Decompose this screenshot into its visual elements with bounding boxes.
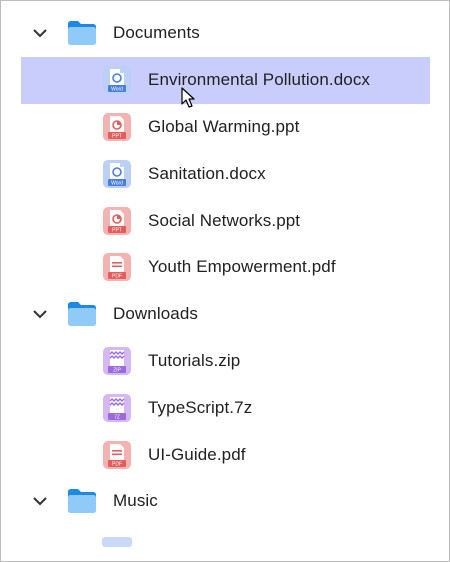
file-label: UI-Guide.pdf [148,444,246,464]
zip-file-icon: ZIP [103,346,131,375]
file-label: TypeScript.7z [148,397,253,417]
file-tree-panel: Documents Word Environmental Pollution.d… [0,0,450,562]
svg-text:ZIP: ZIP [113,367,121,373]
folder-label: Music [113,491,158,511]
tree-folder-documents[interactable]: Documents [1,10,449,57]
svg-text:PPT: PPT [112,133,122,139]
svg-text:7Z: 7Z [114,414,120,420]
tree-file-typescript[interactable]: 7Z TypeScript.7z [1,384,449,431]
zip-file-icon: 7Z [103,393,131,422]
tree-file-global-warming[interactable]: PPT Global Warming.ppt [1,104,449,151]
chevron-down-icon[interactable] [29,490,51,512]
chevron-down-icon[interactable] [29,22,51,44]
tree-file-sanitation[interactable]: Word Sanitation.docx [1,150,449,197]
clipped-file-icon [102,537,132,547]
word-file-icon: Word [103,159,131,188]
tree-file-tutorials[interactable]: ZIP Tutorials.zip [1,338,449,385]
file-label: Tutorials.zip [148,350,241,370]
svg-text:Word: Word [111,180,123,186]
pdf-file-icon: PDF [103,440,131,469]
file-label: Sanitation.docx [148,163,266,183]
folder-label: Downloads [113,304,199,324]
chevron-down-icon[interactable] [29,303,51,325]
svg-text:PDF: PDF [112,461,122,467]
svg-text:PPT: PPT [112,227,122,233]
ppt-file-icon: PPT [103,112,131,141]
folder-icon [68,489,96,514]
tree-file-ui-guide[interactable]: PDF UI-Guide.pdf [1,431,449,478]
ppt-file-icon: PPT [103,206,131,235]
tree-file-youth-empowerment[interactable]: PDF Youth Empowerment.pdf [1,244,449,291]
file-label: Social Networks.ppt [148,210,301,230]
pdf-file-icon: PDF [103,253,131,282]
svg-text:Word: Word [111,87,123,93]
tree-folder-music[interactable]: Music [1,478,449,525]
file-label: Global Warming.ppt [148,116,300,136]
tree-file-environmental-pollution[interactable]: Word Environmental Pollution.docx [21,56,430,104]
file-label: Environmental Pollution.docx [148,70,371,90]
svg-text:PDF: PDF [112,274,122,280]
file-label: Youth Empowerment.pdf [148,257,336,277]
folder-icon [68,302,96,327]
folder-label: Documents [113,23,200,43]
folder-icon [68,21,96,46]
tree-folder-downloads[interactable]: Downloads [1,291,449,338]
word-file-icon: Word [103,66,131,95]
tree-file-social-networks[interactable]: PPT Social Networks.ppt [1,197,449,244]
tree-view: Documents Word Environmental Pollution.d… [1,10,449,525]
